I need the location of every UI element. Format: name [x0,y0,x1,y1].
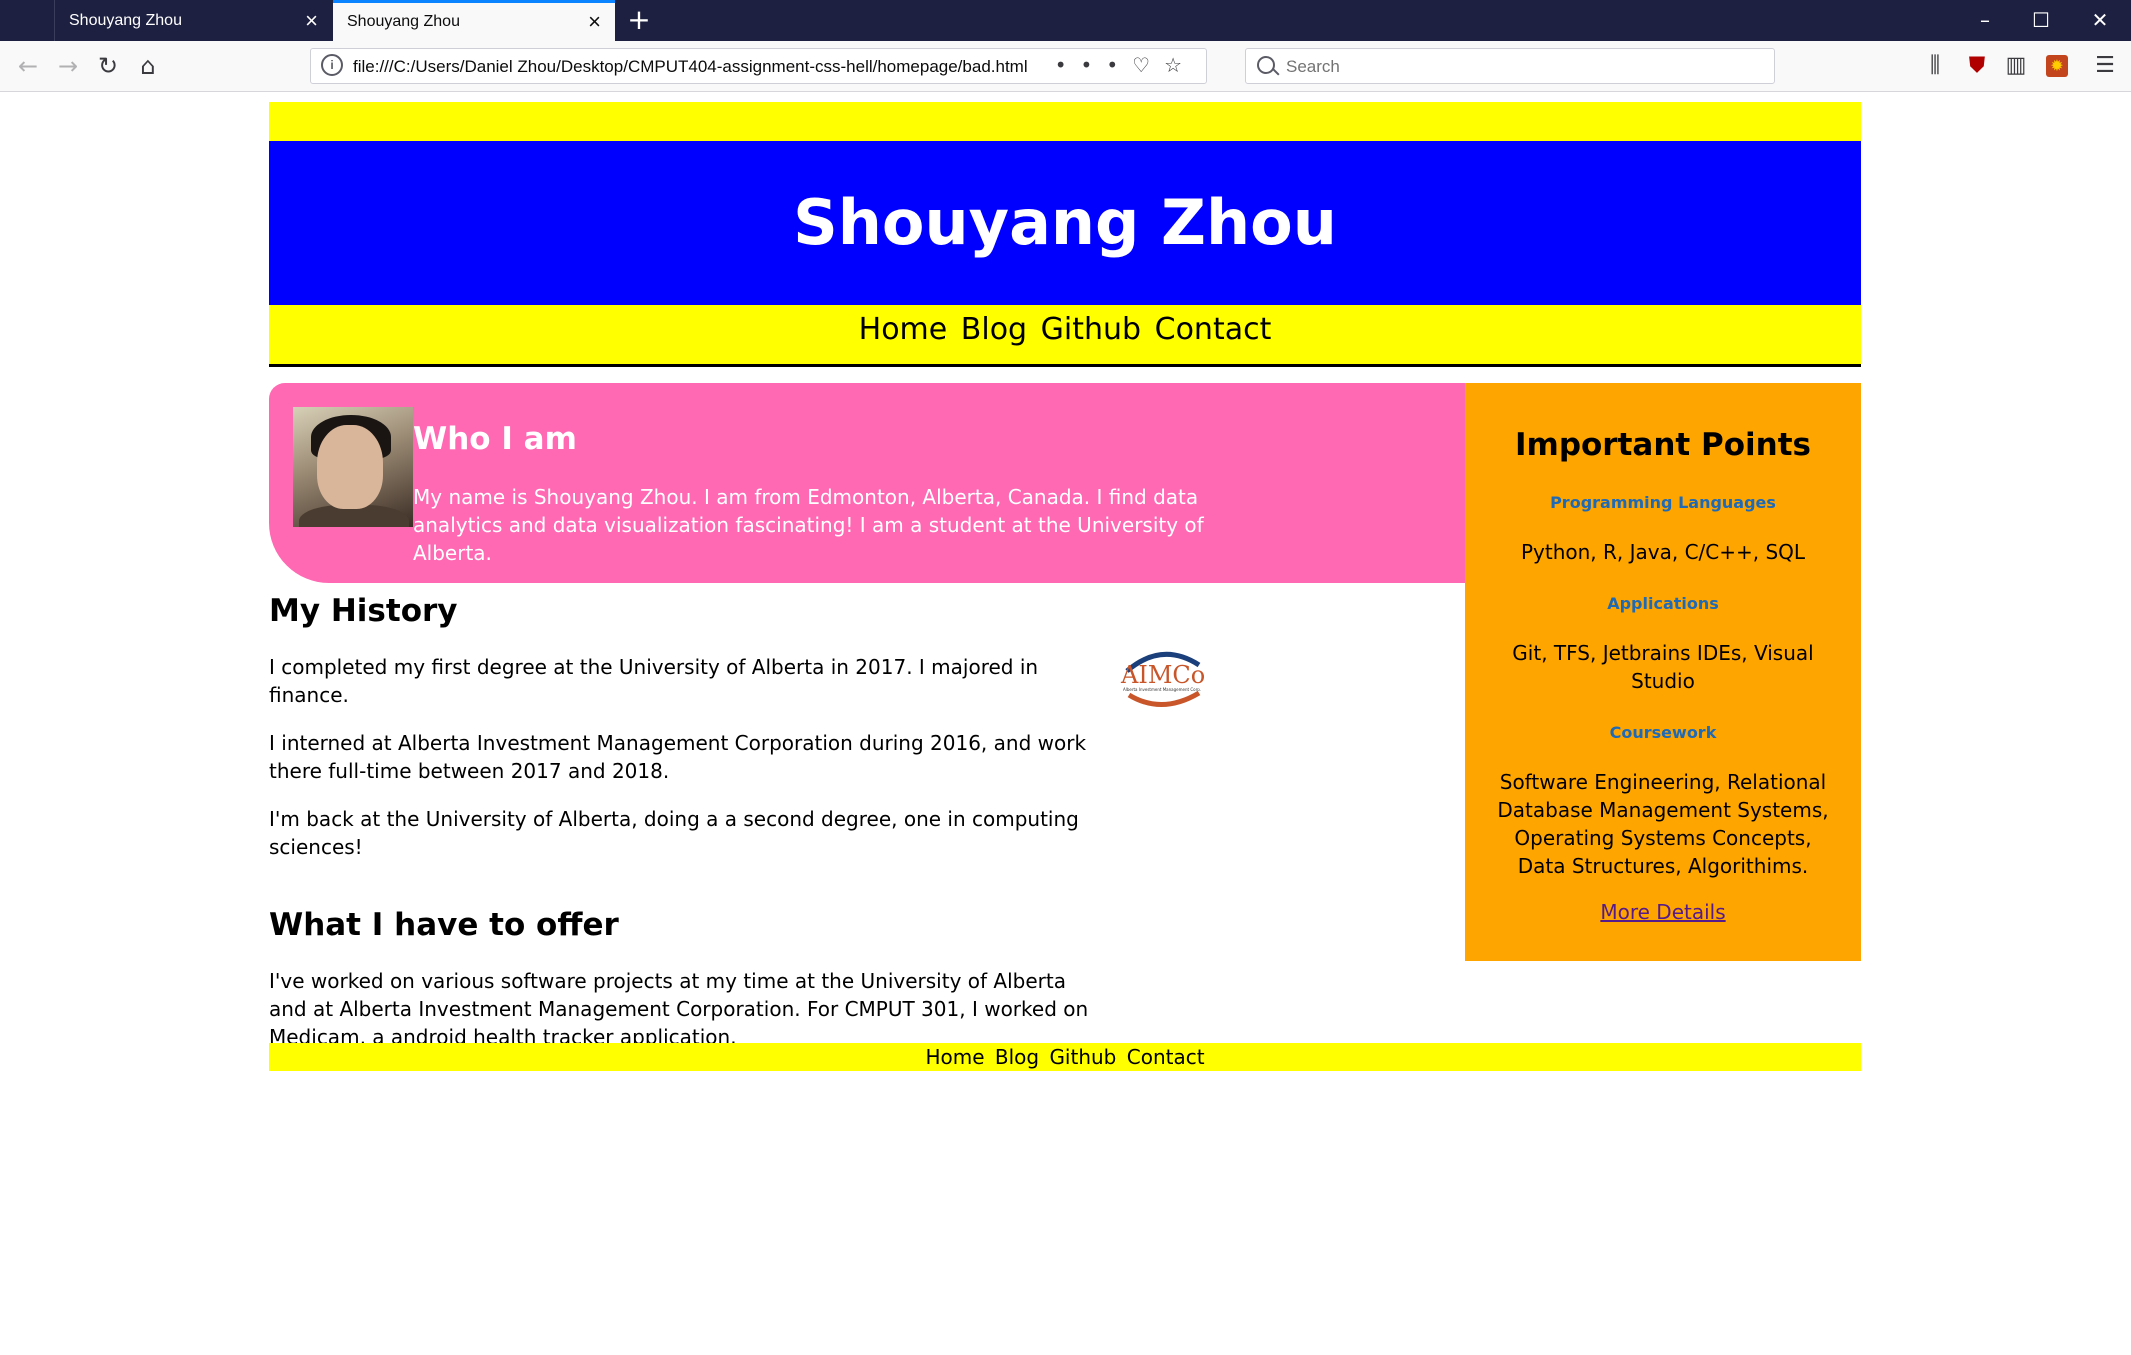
history-paragraph: I interned at Alberta Investment Managem… [269,731,1087,783]
history-paragraph: I'm back at the University of Alberta, d… [269,807,1079,859]
sidebar-title: Important Points [1514,427,1811,463]
nav-link-contact[interactable]: Contact [1155,305,1272,355]
history-title: My History [269,593,458,629]
maximize-icon[interactable]: ☐ [2013,0,2069,41]
page-actions-icon[interactable]: ••• [1055,53,1132,77]
close-icon[interactable]: × [305,9,318,32]
url-text[interactable]: file:///C:/Users/Daniel Zhou/Desktop/CMP… [353,57,1028,77]
avatar [293,407,413,527]
bookmark-star-icon[interactable]: ☆ [1164,53,1196,77]
extension-icon[interactable]: ✹ [2046,55,2068,77]
about-title: Who I am [413,421,577,457]
browser-tab-active[interactable]: Shouyang Zhou × [333,0,615,41]
search-bar[interactable]: Search [1245,48,1775,84]
window-close-icon[interactable]: ✕ [2072,0,2128,41]
logo-subtext: Alberta Investment Management Corp. [1123,687,1201,692]
forward-icon[interactable]: → [52,50,84,82]
pocket-icon[interactable]: ♡ [1132,53,1164,77]
sidebar-text: Python, R, Java, C/C++, SQL [1520,540,1806,564]
offer-title: What I have to offer [269,907,619,943]
important-points-sidebar: Important Points Programming Languages P… [1465,383,1861,961]
new-tab-icon[interactable]: + [622,3,656,37]
sidebar-text: Software Engineering, Relational Databas… [1497,770,1829,878]
sidebar-heading: Programming Languages [1550,493,1776,512]
back-icon[interactable]: ← [12,50,44,82]
more-details-link[interactable]: More Details [1600,900,1725,924]
history-paragraph: I completed my first degree at the Unive… [269,655,1039,707]
about-text: My name is Shouyang Zhou. I am from Edmo… [413,485,1204,565]
sidebar-toggle-icon[interactable]: ▥ [2001,51,2031,81]
top-band [269,102,1861,141]
footer-link-github[interactable]: Github [1049,1043,1116,1071]
ublock-icon[interactable]: ⛊ [1962,51,1992,81]
nav-toolbar: ← → ↻ ⌂ i file:///C:/Users/Daniel Zhou/D… [0,41,2131,92]
reload-icon[interactable]: ↻ [92,50,124,82]
content-area: Who I am My name is Shouyang Zhou. I am … [269,383,1861,1071]
sidebar-text: Git, TFS, Jetbrains IDEs, Visual Studio [1512,641,1814,693]
address-bar[interactable]: i file:///C:/Users/Daniel Zhou/Desktop/C… [310,48,1207,84]
page-info-icon[interactable]: i [321,54,343,76]
url-actions: •••♡☆ [1055,53,1196,77]
sidebar-heading: Coursework [1609,723,1717,742]
search-placeholder: Search [1286,57,1340,76]
footer-link-blog[interactable]: Blog [995,1043,1039,1071]
tab-bar: Shouyang Zhou × Shouyang Zhou × + – ☐ ✕ [0,0,2131,41]
close-icon[interactable]: × [588,11,601,33]
nav-link-home[interactable]: Home [859,305,948,355]
minimize-icon[interactable]: – [1957,0,2013,41]
main-column: My History I completed my first degree a… [269,593,1465,1051]
tab-title: Shouyang Zhou [69,11,182,29]
aimco-logo: AIMCo Alberta Investment Management Corp… [1120,651,1205,707]
footer-link-home[interactable]: Home [925,1043,984,1071]
footer-link-contact[interactable]: Contact [1127,1043,1205,1071]
site-nav: Home Blog Github Contact [269,305,1861,367]
tab-title: Shouyang Zhou [347,13,460,30]
search-icon [1257,56,1275,74]
menu-icon[interactable]: ☰ [2090,51,2120,81]
site-title: Shouyang Zhou [269,141,1861,305]
home-icon[interactable]: ⌂ [132,50,164,82]
footer-nav: Home Blog Github Contact [269,1043,1861,1071]
nav-link-blog[interactable]: Blog [961,305,1027,355]
nav-link-github[interactable]: Github [1041,305,1141,355]
offer-text: I've worked on various software projects… [269,969,1089,1049]
library-icon[interactable]: ⫼ [1920,51,1950,81]
sidebar-heading: Applications [1607,594,1719,613]
browser-tab[interactable]: Shouyang Zhou × [54,0,332,41]
web-page: Shouyang Zhou Home Blog Github Contact W… [269,102,1861,1071]
logo-text: AIMCo [1120,661,1205,689]
about-box: Who I am My name is Shouyang Zhou. I am … [269,383,1465,583]
